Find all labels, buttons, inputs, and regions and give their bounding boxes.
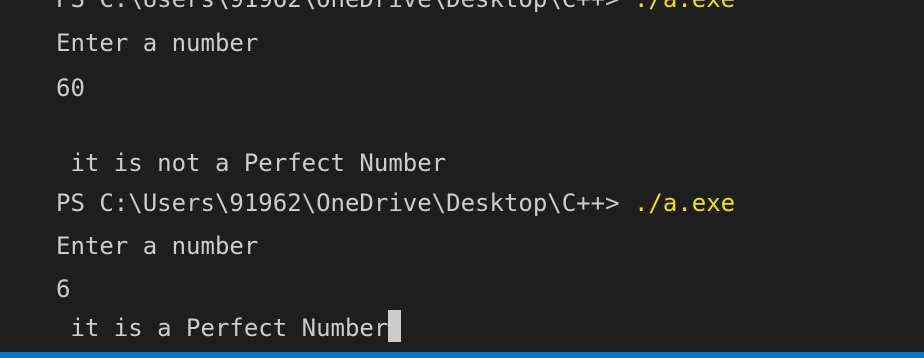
- terminal-line-prompt: PS C:\Users\91962\OneDrive\Desktop\C++> …: [56, 183, 735, 223]
- terminal-line-input-6: 6: [56, 269, 70, 309]
- terminal-panel[interactable]: PS C:\Users\91962\OneDrive\Desktop\C++> …: [0, 0, 924, 358]
- command-text: ./a.exe: [619, 189, 736, 217]
- output-text: 60: [56, 74, 85, 102]
- terminal-line-result-perfect: it is a Perfect Number: [56, 308, 402, 348]
- prompt-text: PS C:\Users\91962\OneDrive\Desktop\C++>: [56, 189, 620, 217]
- status-bar: [0, 352, 924, 358]
- terminal-line-enter-number-2: Enter a number: [56, 226, 258, 266]
- output-text: it is a Perfect Number: [56, 314, 389, 342]
- terminal-line-prompt-previous: PS C:\Users\91962\OneDrive\Desktop\C++> …: [56, 0, 735, 19]
- terminal-line-enter-number: Enter a number: [56, 23, 258, 63]
- terminal-line-input-60: 60: [56, 68, 85, 108]
- terminal-line-result-not-perfect: it is not a Perfect Number: [56, 143, 446, 183]
- output-text: Enter a number: [56, 232, 259, 260]
- output-text: 6: [56, 275, 71, 303]
- output-text: it is not a Perfect Number: [56, 149, 447, 177]
- command-text: ./a.exe: [620, 0, 735, 13]
- prompt-text: PS C:\Users\91962\OneDrive\Desktop\C++>: [56, 0, 620, 13]
- text-cursor: [388, 310, 402, 342]
- output-text: Enter a number: [56, 29, 259, 57]
